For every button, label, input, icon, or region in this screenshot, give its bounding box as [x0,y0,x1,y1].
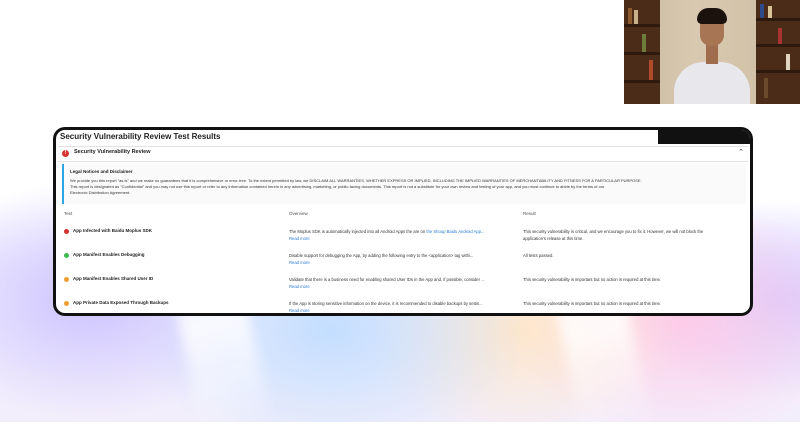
screen-notch [658,130,750,144]
test-overview: The Moplus SDK is automatically injected… [289,229,485,234]
legal-notice: Legal Notices and Disclaimer We provide … [62,164,746,204]
test-result: This security vulnerability is important… [523,277,662,282]
table-row[interactable]: App Infected with Baidu Moplus SDK The M… [56,225,750,249]
bookshelf-left [624,0,660,104]
table-row[interactable]: App Private Data Exposed Through Backups… [56,297,750,313]
presenter-body [674,62,750,104]
presenter-neck [706,44,718,64]
status-dot-icon [64,277,69,282]
legal-title: Legal Notices and Disclaimer [70,169,133,174]
section-header[interactable]: ! Security Vulnerability Review ⌃ [58,146,748,162]
report-screen: Security Vulnerability Review Test Resul… [56,130,750,313]
read-more-link[interactable]: Read more [289,236,310,241]
read-more-link[interactable]: Read more [289,284,310,289]
test-overview: If the App is storing sensitive informat… [289,301,483,306]
chevron-up-icon[interactable]: ⌃ [738,148,744,156]
test-overview: Validate that there is a business need f… [289,277,485,282]
status-dot-icon [64,229,69,234]
test-name: App Private Data Exposed Through Backups [73,300,169,305]
test-result: This security vulnerability is important… [523,301,662,306]
overview-link[interactable]: the Shoup Baidu Android App... [426,229,484,234]
device-frame: Security Vulnerability Review Test Resul… [53,127,753,316]
test-name: App Manifest Enables Shared User ID [73,276,154,281]
column-header-test: Test [64,211,73,216]
test-name: App Infected with Baidu Moplus SDK [73,228,152,233]
error-icon: ! [62,150,69,157]
status-dot-icon [64,253,69,258]
bookshelf-right [756,0,800,104]
test-result: This security vulnerability is critical,… [523,229,704,241]
legal-line: Electronic Distribution Agreement. [70,190,131,195]
presenter-hair [697,8,727,24]
presenter-video [624,0,800,104]
read-more-link[interactable]: Read more [289,260,310,265]
test-overview: Disable support for debugging the App, b… [289,253,474,258]
legal-body: We provide you this report "as is" and w… [70,178,740,196]
column-header-result: Result [523,211,536,216]
read-more-link[interactable]: Read more [289,308,310,313]
column-header-overview: Overview [289,211,308,216]
page-title: Security Vulnerability Review Test Resul… [60,132,221,141]
status-dot-icon [64,301,69,306]
section-title: Security Vulnerability Review [74,149,151,155]
test-result: All tests passed. [523,253,554,258]
table-row[interactable]: App Manifest Enables Shared User ID Vali… [56,273,750,297]
table-row[interactable]: App Manifest Enables Debugging Disable s… [56,249,750,273]
test-name: App Manifest Enables Debugging [73,252,145,257]
